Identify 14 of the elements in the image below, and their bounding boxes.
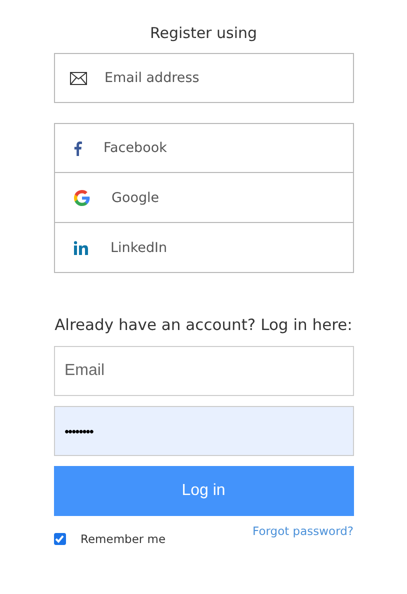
remember-label: Remember me (80, 532, 166, 546)
password-field[interactable]: •••••••• (54, 406, 354, 456)
provider-button[interactable]: LinkedIn (54, 223, 354, 273)
register-title: Register using (148, 23, 258, 44)
login-title: Already have an account? Log in here: (54, 315, 354, 336)
google-icon (74, 190, 90, 206)
remember-checkbox[interactable] (54, 533, 66, 545)
provider-button[interactable]: Google (54, 173, 354, 223)
email-field[interactable]: Email (54, 346, 354, 396)
facebook-icon (74, 140, 82, 156)
provider-button[interactable]: Facebook (54, 123, 354, 173)
linkedin-icon (74, 240, 88, 254)
envelope-icon (70, 72, 86, 84)
email-option-button[interactable]: Email address (54, 53, 354, 103)
